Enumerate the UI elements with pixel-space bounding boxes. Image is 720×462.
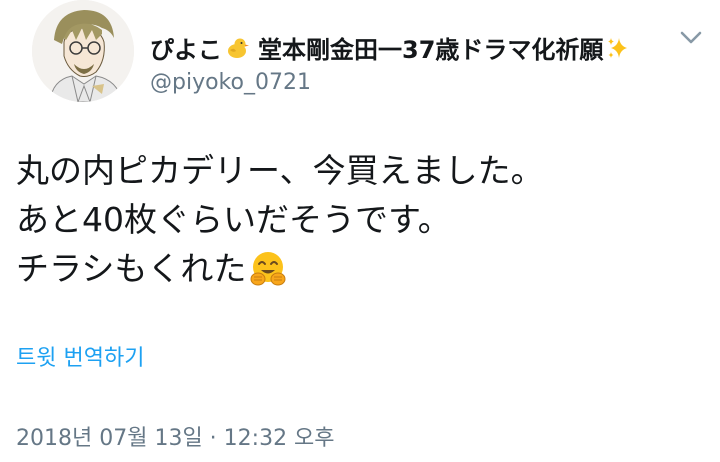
sparkles-icon (605, 35, 631, 61)
tweet-text: 丸の内ピカデリー、今買えました。 あと40枚ぐらいだそうです。 チラシもくれた (16, 146, 544, 293)
avatar[interactable] (32, 0, 134, 102)
baby-chick-icon (224, 35, 250, 61)
chevron-down-icon[interactable] (678, 28, 704, 48)
tweet-line: あと40枚ぐらいだそうです。 (16, 195, 544, 244)
hugging-face-icon (248, 249, 288, 289)
tweet-timestamp[interactable]: 2018년 07월 13일 · 12:32 오후 (16, 420, 335, 452)
tweet-line-text: あと40枚ぐらいだそうです。 (16, 200, 451, 239)
display-name-part1: ぴよこ (150, 36, 222, 64)
translate-tweet-link[interactable]: 트윗 번역하기 (16, 340, 144, 372)
tweet-line: 丸の内ピカデリー、今買えました。 (16, 146, 544, 195)
tweet-line-text: 丸の内ピカデリー、今買えました。 (16, 151, 544, 190)
user-handle[interactable]: @piyoko_0721 (150, 70, 311, 95)
display-name-row[interactable]: ぴよこ 堂本剛金田一37歳ドラマ化祈願 (150, 30, 631, 65)
tweet-line-text: チラシもくれた (16, 249, 247, 288)
tweet-card: ぴよこ 堂本剛金田一37歳ドラマ化祈願 @piyoko_0721 丸の内ピカデリ… (0, 0, 720, 462)
avatar-illustration (32, 0, 134, 102)
tweet-line: チラシもくれた (16, 244, 544, 293)
display-name-part2: 堂本剛金田一37歳ドラマ化祈願 (258, 36, 604, 64)
